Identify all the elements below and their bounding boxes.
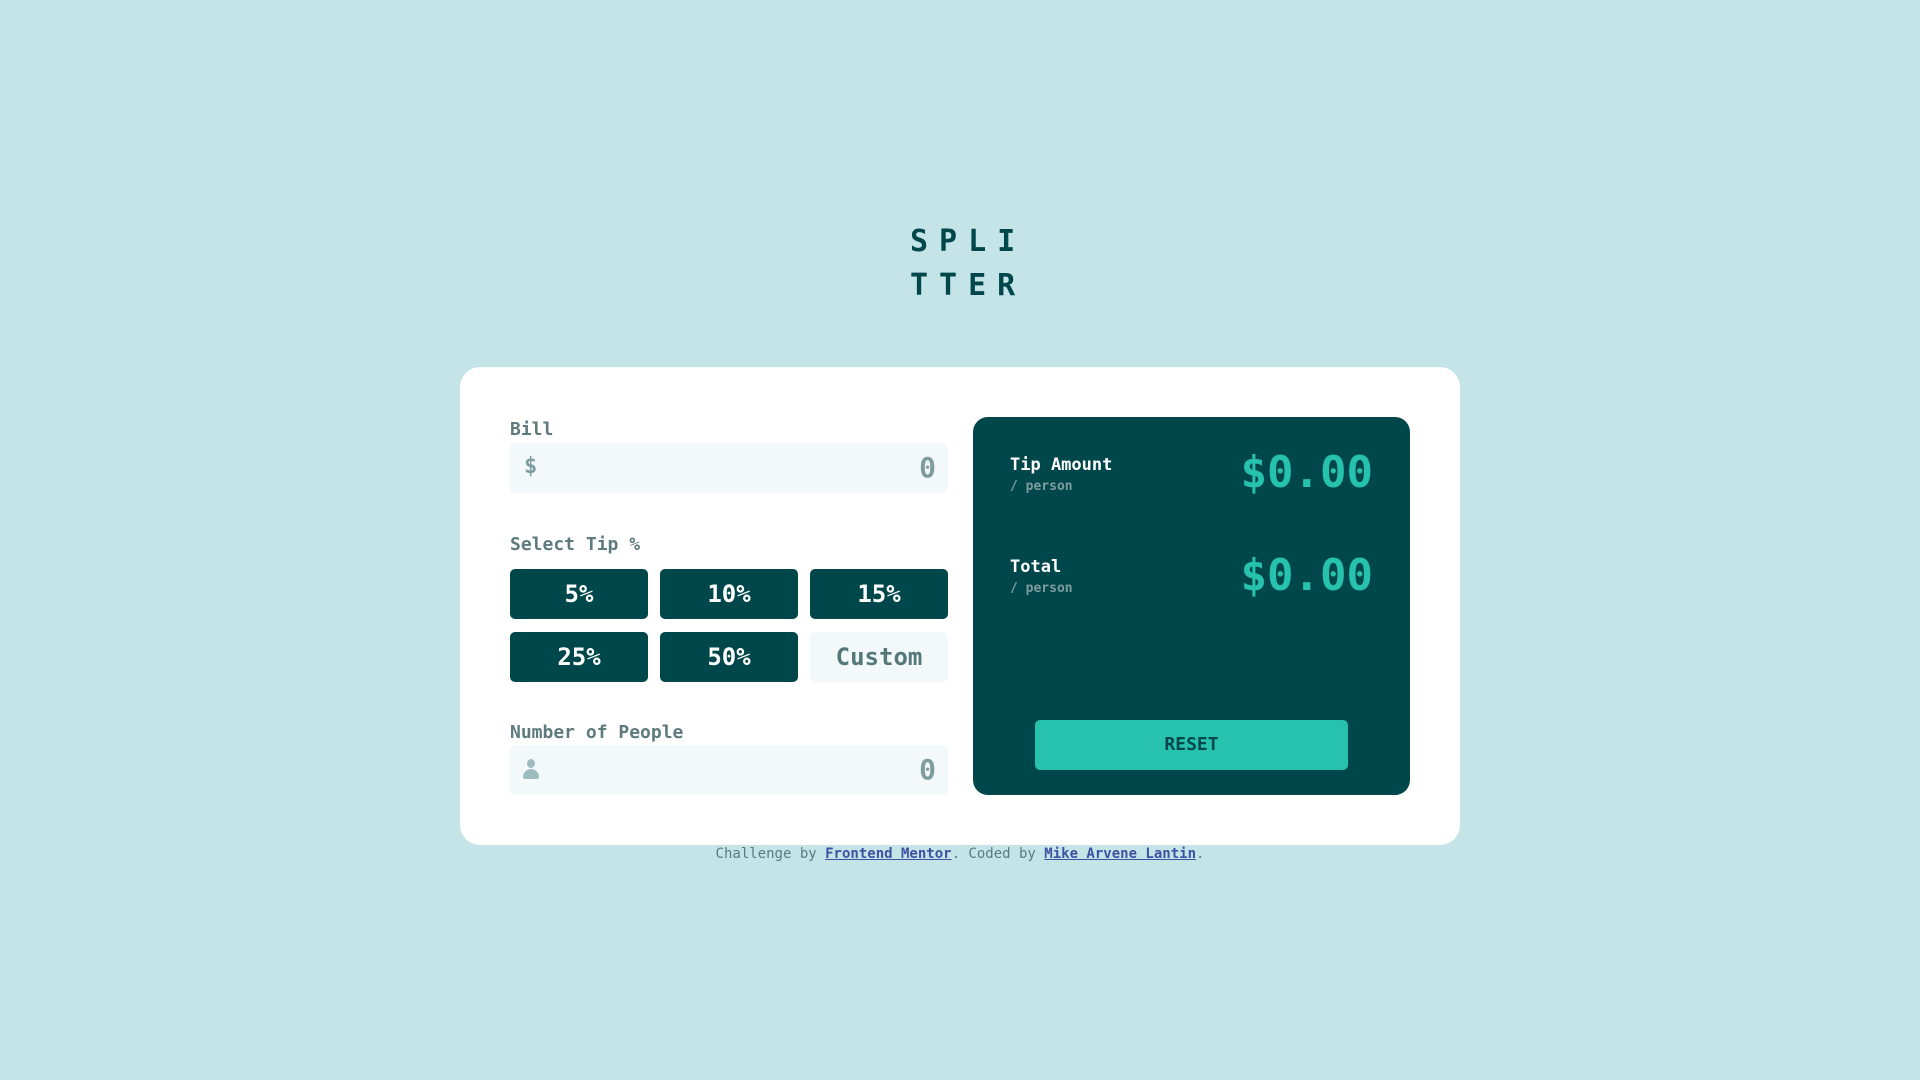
bill-input[interactable]: $ 0	[510, 443, 948, 493]
people-value: 0	[919, 753, 936, 786]
tip-button-5[interactable]: 5%	[510, 569, 648, 619]
person-icon	[523, 759, 539, 779]
page: SPLI TTER Bill $ 0 Select Tip % 5% 10% 1…	[0, 0, 1920, 1080]
results-panel: Tip Amount / person $0.00 Total / person…	[973, 417, 1410, 795]
calculator-card: Bill $ 0 Select Tip % 5% 10% 15% 25% 50%…	[460, 367, 1460, 845]
logo-line-2: TTER	[910, 268, 1027, 303]
tip-amount-title: Tip Amount	[1010, 455, 1113, 475]
select-tip-label: Select Tip %	[510, 534, 641, 555]
bill-value: 0	[919, 451, 936, 484]
reset-button[interactable]: RESET	[1035, 720, 1348, 770]
frontend-mentor-link[interactable]: Frontend Mentor	[825, 846, 951, 862]
bill-label: Bill	[510, 419, 554, 440]
tip-amount-sub: / person	[1010, 479, 1073, 494]
attribution-middle: . Coded by	[951, 846, 1045, 862]
dollar-icon: $	[524, 454, 538, 479]
tip-button-15[interactable]: 15%	[810, 569, 948, 619]
attribution-suffix: .	[1196, 846, 1205, 862]
author-link[interactable]: Mike Arvene Lantin	[1044, 846, 1196, 862]
logo-line-1: SPLI	[910, 224, 1027, 259]
tip-button-10[interactable]: 10%	[660, 569, 798, 619]
tip-amount-value: $0.00	[1240, 447, 1373, 498]
total-title: Total	[1010, 557, 1062, 577]
app-logo: SPLI TTER	[910, 220, 1027, 308]
tip-button-25[interactable]: 25%	[510, 632, 648, 682]
people-label: Number of People	[510, 722, 684, 743]
people-input[interactable]: 0	[510, 745, 948, 795]
total-value: $0.00	[1240, 550, 1373, 601]
total-sub: / person	[1010, 581, 1073, 596]
attribution-prefix: Challenge by	[715, 846, 826, 862]
tip-button-50[interactable]: 50%	[660, 632, 798, 682]
attribution: Challenge by Frontend Mentor. Coded by M…	[0, 846, 1920, 862]
custom-tip-input[interactable]: Custom	[810, 632, 948, 682]
